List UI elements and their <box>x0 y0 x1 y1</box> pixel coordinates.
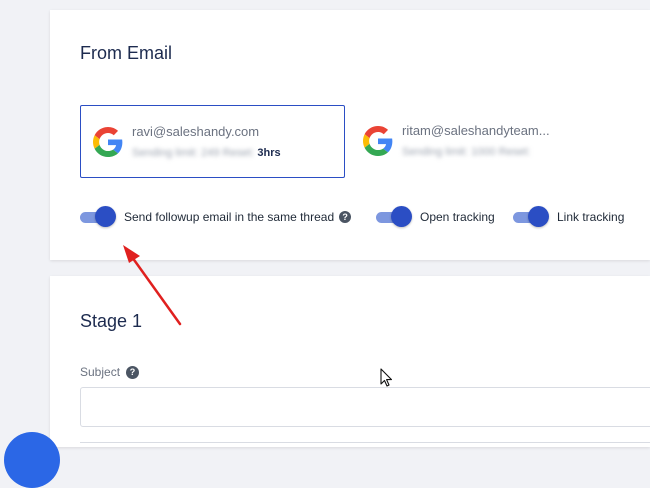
subject-label: Subject <box>80 365 121 379</box>
limit-value: 1000 <box>471 146 496 158</box>
account-email: ravi@saleshandy.com <box>132 124 260 139</box>
email-account-card-ritam[interactable]: ritam@saleshandyteam... Sending limit: 1… <box>352 105 650 178</box>
followup-thread-label: Send followup email in the same thread <box>124 210 335 224</box>
question-circle-icon[interactable]: ? <box>126 365 140 379</box>
limit-label: Sending limit: <box>132 147 199 159</box>
link-tracking-toggle[interactable] <box>513 206 550 228</box>
toggle-followup-same-thread: Send followup email in the same thread ? <box>80 206 352 228</box>
account-email: ritam@saleshandyteam... <box>402 123 550 138</box>
limit-value: 249 <box>201 147 220 159</box>
toggle-knob <box>391 206 412 227</box>
reset-value: 3hrs <box>257 147 281 159</box>
toggle-open-tracking: Open tracking <box>376 206 495 228</box>
followup-thread-toggle[interactable] <box>80 206 117 228</box>
next-field-edge <box>80 442 650 447</box>
link-tracking-label: Link tracking <box>557 210 625 224</box>
account-sending-limit: Sending limit: 249 Reset: 3hrs <box>132 147 281 159</box>
open-tracking-label: Open tracking <box>420 210 495 224</box>
stage-card: Stage 1 Subject ? <box>50 276 650 447</box>
from-email-title: From Email <box>80 43 173 63</box>
open-tracking-toggle[interactable] <box>376 206 413 228</box>
email-account-card-ravi[interactable]: ravi@saleshandy.com Sending limit: 249 R… <box>80 105 345 178</box>
toggle-link-tracking: Link tracking <box>513 206 624 228</box>
question-circle-icon[interactable]: ? <box>339 211 352 223</box>
subject-label-row: Subject ? <box>80 365 140 379</box>
toggle-knob <box>528 206 549 227</box>
reset-label: Reset: <box>222 147 255 159</box>
stage-title: Stage 1 <box>80 311 143 331</box>
limit-label: Sending limit: <box>402 146 469 158</box>
toggle-knob <box>95 206 116 227</box>
account-sending-limit: Sending limit: 1000 Reset: <box>402 146 530 158</box>
floating-action-button[interactable] <box>4 432 60 488</box>
reset-label: Reset: <box>498 146 531 158</box>
google-icon <box>363 126 393 156</box>
from-email-card: From Email ravi@saleshandy.com Sending l… <box>50 10 650 260</box>
subject-input[interactable] <box>80 387 650 427</box>
google-icon <box>93 127 123 157</box>
mouse-cursor-icon <box>380 368 393 387</box>
